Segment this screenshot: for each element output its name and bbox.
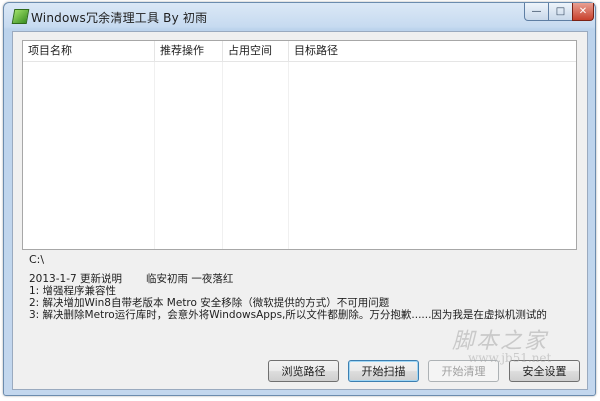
- close-button[interactable]: ✕: [572, 3, 594, 21]
- start-clean-button[interactable]: 开始清理: [428, 360, 499, 382]
- title-bar[interactable]: Windows冗余清理工具 By 初雨 — □ ✕: [4, 3, 595, 29]
- notes-author: 临安初雨 一夜落红: [146, 273, 234, 285]
- notes-line: 3: 解决删除Metro运行库时，会意外将WindowsApps,所以文件都删除…: [29, 309, 547, 321]
- column-header-recommended-action[interactable]: 推荐操作: [155, 41, 223, 61]
- browse-path-button[interactable]: 浏览路径: [268, 360, 339, 382]
- items-listview[interactable]: 项目名称 推荐操作 占用空间 目标路径: [22, 40, 577, 250]
- listview-header: 项目名称 推荐操作 占用空间 目标路径: [23, 41, 576, 62]
- minimize-button[interactable]: —: [524, 3, 549, 21]
- maximize-button[interactable]: □: [548, 3, 573, 21]
- column-header-target-path[interactable]: 目标路径: [289, 41, 576, 61]
- column-divider: [222, 62, 223, 249]
- client-area: 项目名称 推荐操作 占用空间 目标路径 C:\ 2013-1-7 更新说明 临安初…: [12, 31, 588, 390]
- notes-header: 2013-1-7 更新说明 临安初雨 一夜落红: [29, 273, 577, 285]
- notes-line: 2: 解决增加Win8自带老版本 Metro 安全移除（微软提供的方式）不可用问…: [29, 297, 390, 309]
- notes-date: 2013-1-7 更新说明: [29, 273, 122, 285]
- app-window: Windows冗余清理工具 By 初雨 — □ ✕ 项目名称 推荐操作 占用空间…: [3, 2, 596, 396]
- listview-body[interactable]: [23, 62, 576, 249]
- window-title: Windows冗余清理工具 By 初雨: [31, 11, 208, 25]
- column-header-item-name[interactable]: 项目名称: [23, 41, 155, 61]
- notes-line: 1: 增强程序兼容性: [29, 285, 117, 297]
- update-notes: 2013-1-7 更新说明 临安初雨 一夜落红 1: 增强程序兼容性 2: 解决增…: [29, 273, 577, 321]
- column-divider: [154, 62, 155, 249]
- app-icon: [11, 9, 30, 24]
- start-scan-button[interactable]: 开始扫描: [348, 360, 419, 382]
- safety-settings-button[interactable]: 安全设置: [509, 360, 580, 382]
- current-path: C:\: [29, 253, 45, 266]
- column-header-space-used[interactable]: 占用空间: [223, 41, 289, 61]
- column-divider: [288, 62, 289, 249]
